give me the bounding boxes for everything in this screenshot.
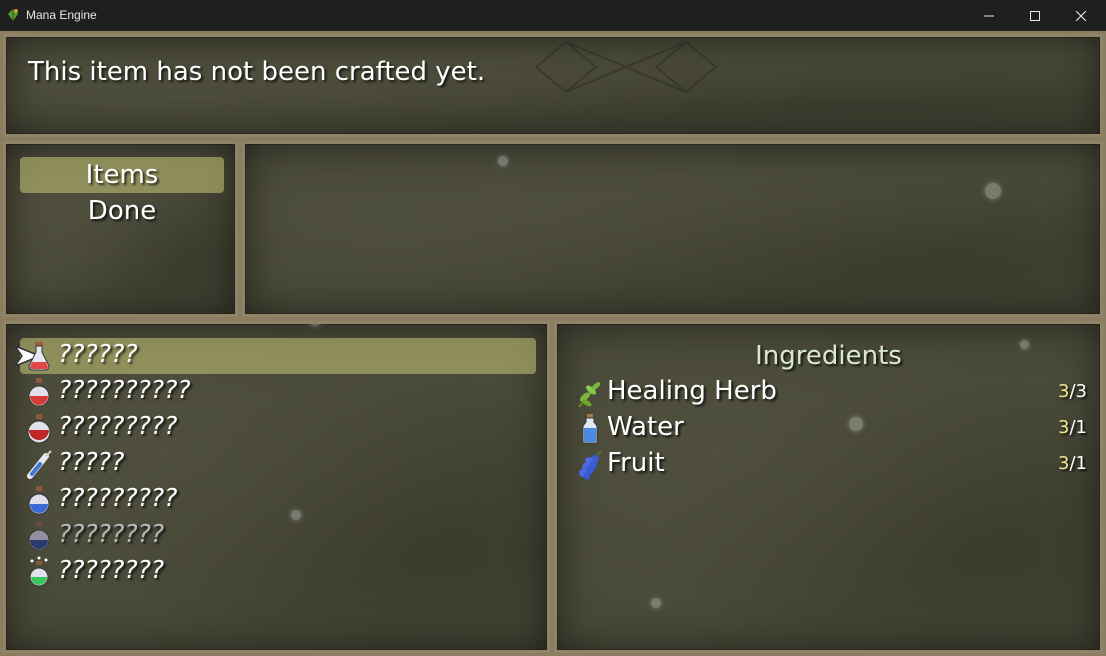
recipe-name: ???????? — [58, 555, 165, 584]
grape-fruit-icon — [579, 450, 602, 480]
red-potion-icon — [28, 378, 50, 407]
recipe-name: ?????????? — [58, 375, 191, 404]
ingredient-quantity: 3/1 — [1058, 417, 1087, 438]
ingredients-window: Ingredients Healing Herb 3/3 Water 3/1 F… — [554, 321, 1103, 653]
ingredient-name: Fruit — [607, 448, 665, 478]
maximize-button[interactable] — [1012, 0, 1058, 31]
ingredient-row: Fruit 3/1 — [575, 447, 1087, 483]
recipe-name: ????????? — [58, 411, 178, 440]
recipe-name: ?????? — [58, 339, 138, 368]
ingredient-row: Healing Herb 3/3 — [575, 375, 1087, 411]
recipe-row[interactable]: ????????? — [20, 410, 536, 446]
sparkle-particle — [985, 183, 1001, 199]
recipe-name: ????? — [58, 447, 125, 476]
app-icon — [8, 9, 18, 21]
close-icon — [1076, 10, 1086, 21]
help-text: This item has not been crafted yet. — [28, 57, 486, 87]
ingredient-name: Healing Herb — [607, 376, 777, 406]
water-bottle-icon — [582, 414, 598, 444]
maximize-icon — [1030, 10, 1040, 21]
recipe-name: ???????? — [58, 519, 165, 548]
close-button[interactable] — [1058, 0, 1104, 31]
red-potion-icon — [27, 414, 51, 444]
green-potion-icon — [29, 556, 49, 587]
dark-blue-potion-icon — [28, 522, 50, 551]
sparkle-particle — [308, 324, 322, 326]
ingredients-title: Ingredients — [755, 341, 902, 371]
recipe-row[interactable]: ????????? — [20, 482, 536, 518]
minimize-icon — [984, 15, 994, 16]
ingredient-name: Water — [607, 412, 684, 442]
recipe-name: ????????? — [58, 483, 178, 512]
game-screen: This item has not been crafted yet. Item… — [0, 31, 1106, 656]
recipe-row[interactable]: ???????? — [20, 554, 536, 590]
syringe-icon — [27, 450, 52, 479]
help-window: This item has not been crafted yet. — [3, 34, 1103, 137]
herb-icon — [578, 382, 601, 408]
ingredient-row: Water 3/1 — [575, 411, 1087, 447]
recipe-list-window: ?????? ?????????? ????????? ????? ??????… — [3, 321, 550, 653]
recipe-row[interactable]: ????? — [20, 446, 536, 482]
window-title: Mana Engine — [26, 8, 97, 22]
ingredient-quantity: 3/1 — [1058, 453, 1087, 474]
potion-flask-icon — [28, 342, 50, 371]
sparkle-particle — [849, 417, 863, 431]
recipe-row[interactable]: ???????? — [20, 518, 536, 554]
corner-ornament-icon — [534, 40, 718, 94]
ingredient-quantity: 3/3 — [1058, 381, 1087, 402]
sparkle-particle — [291, 510, 301, 520]
minimize-button[interactable] — [966, 0, 1012, 31]
category-done[interactable]: Done — [20, 193, 224, 229]
title-bar: Mana Engine — [0, 0, 1106, 31]
blue-potion-icon — [28, 486, 50, 515]
recipe-row[interactable]: ?????????? — [20, 374, 536, 410]
sparkle-particle — [651, 598, 661, 608]
item-info-window — [242, 141, 1103, 317]
sparkle-particle — [498, 156, 508, 166]
recipe-row[interactable]: ?????? — [14, 338, 536, 374]
category-window: Items Done — [3, 141, 238, 317]
category-items[interactable]: Items — [20, 157, 224, 193]
sparkle-particle — [1020, 340, 1029, 349]
